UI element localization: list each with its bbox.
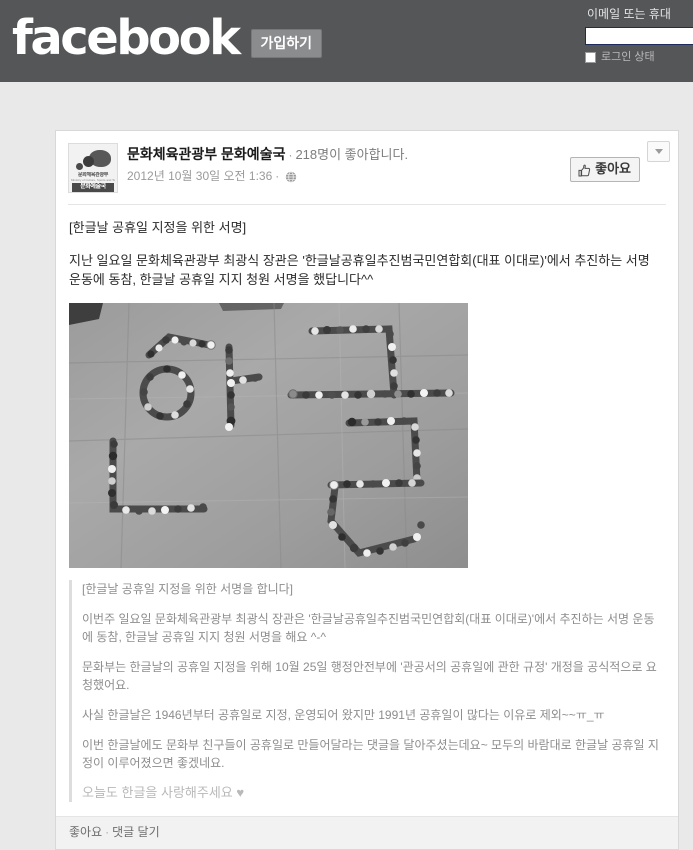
facebook-logo[interactable]: facebook [12, 12, 241, 64]
quote-title: [한글날 공휴일 지정을 위한 서명을 합니다] [82, 582, 294, 596]
email-field[interactable] [585, 27, 693, 45]
brand-area: facebook 가입하기 [12, 12, 323, 64]
login-form: 이메일 또는 휴대 로그인 상태 [585, 6, 693, 64]
post-message: [한글날 공휴일 지정을 위한 서명] 지난 일요일 문화체육관광부 최광식 장… [56, 205, 678, 289]
chevron-down-icon [654, 149, 663, 154]
quote-paragraph: 오늘도 한글을 사랑해주세요 ♥ [82, 785, 245, 800]
post-options-button[interactable] [647, 141, 670, 162]
avatar-logo-dot-large [83, 156, 94, 167]
avatar-ministry-subtitle: Ministry of Culture, Sports and Tourism [71, 178, 115, 182]
meta-separator: · [275, 169, 280, 183]
post-timestamp[interactable]: 2012년 10월 30일 오전 1:36 [127, 168, 272, 184]
footer-separator: · [105, 825, 110, 839]
footer-comment-link[interactable]: 댓글 달기 [112, 825, 160, 839]
email-label: 이메일 또는 휴대 [587, 7, 671, 21]
facebook-topbar: facebook 가입하기 이메일 또는 휴대 로그인 상태 [0, 0, 693, 82]
like-button-label: 좋아요 [595, 161, 631, 176]
quote-paragraph: 문화부는 한글날의 공휴일 지정을 위해 10월 25일 행정안전부에 '관공서… [82, 660, 657, 692]
quote-paragraph: 사실 한글날은 1946년부터 공휴일로 지정, 운영되어 왔지만 1991년 … [82, 708, 605, 722]
post-card: 문화체육관광부 Ministry of Culture, Sports and … [55, 130, 679, 850]
post-photo[interactable] [69, 303, 468, 568]
post-footer: 좋아요 · 댓글 달기 [56, 816, 678, 849]
persistent-login-label: 로그인 상태 [601, 51, 655, 63]
thumbs-up-icon [578, 164, 591, 177]
quoted-article: [한글날 공휴일 지정을 위한 서명을 합니다] 이번주 일요일 문화체육관광부… [69, 580, 665, 802]
quote-paragraph: 이번주 일요일 문화체육관광부 최광식 장관은 '한글날공휴일추진범국민연합회(… [82, 612, 655, 644]
avatar-department-banner: 문화예술국 [72, 183, 114, 192]
like-button[interactable]: 좋아요 [570, 157, 640, 182]
persistent-login-checkbox[interactable] [585, 52, 596, 63]
signup-button[interactable]: 가입하기 [250, 28, 323, 58]
post-title: [한글날 공휴일 지정을 위한 서명] [69, 220, 247, 235]
globe-icon[interactable] [285, 171, 297, 183]
persistent-login-row[interactable]: 로그인 상태 [585, 51, 693, 64]
avatar-logo-dot-small [76, 163, 83, 170]
page-body: 문화체육관광부 Ministry of Culture, Sports and … [0, 82, 693, 850]
quote-paragraph: 이번 한글날에도 문화부 친구들이 공휴일로 만들어달라는 댓글을 달아주셨는데… [82, 738, 659, 770]
post-text: 지난 일요일 문화체육관광부 최광식 장관은 '한글날공휴일추진범국민연합회(대… [69, 253, 650, 287]
name-separator: · [288, 148, 293, 162]
likes-count: 218명이 좋아합니다. [295, 147, 409, 162]
author-name[interactable]: 문화체육관광부 문화예술국 [127, 146, 285, 162]
avatar[interactable]: 문화체육관광부 Ministry of Culture, Sports and … [68, 143, 118, 193]
post-header: 문화체육관광부 Ministry of Culture, Sports and … [56, 131, 678, 193]
footer-like-link[interactable]: 좋아요 [69, 825, 102, 839]
